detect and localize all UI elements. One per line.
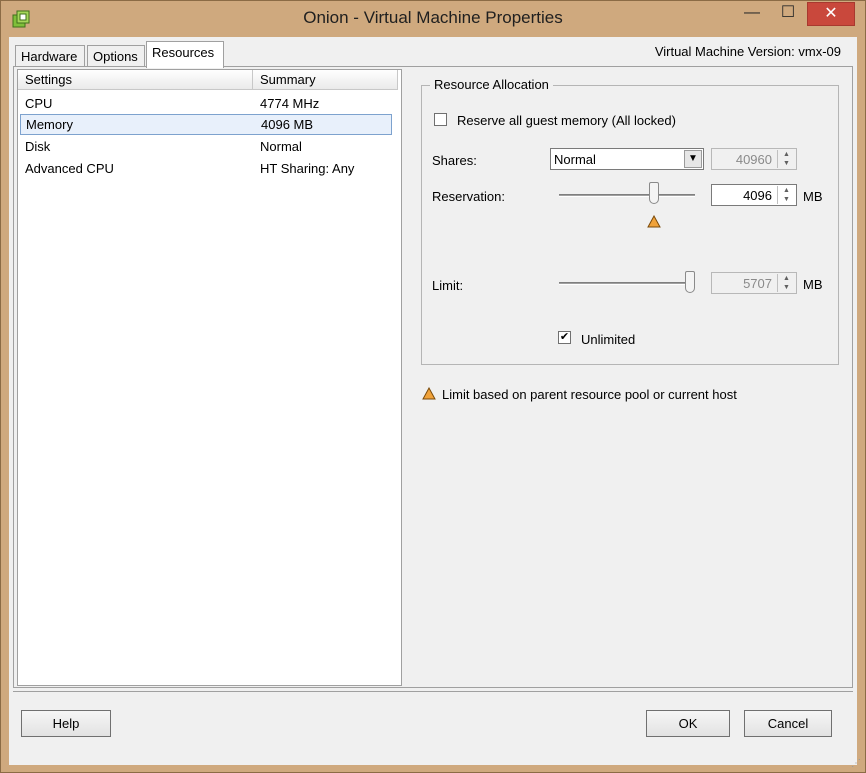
list-row-cpu[interactable]: CPU 4774 MHz: [18, 93, 398, 114]
separator: [13, 691, 853, 692]
unlimited-checkbox[interactable]: ✔: [558, 331, 571, 344]
shares-number: 40960: [735, 152, 772, 167]
limit-slider-thumb[interactable]: [685, 271, 695, 293]
column-header-summary[interactable]: Summary: [253, 70, 398, 90]
shares-select[interactable]: Normal ▼: [550, 148, 704, 170]
group-legend: Resource Allocation: [430, 77, 553, 92]
window-title: Onion - Virtual Machine Properties: [303, 8, 563, 27]
minimize-button[interactable]: —: [737, 2, 767, 26]
close-button[interactable]: ✕: [807, 2, 855, 26]
resources-tab-panel: Settings Summary CPU 4774 MHz Memory 409…: [13, 66, 853, 688]
cancel-button[interactable]: Cancel: [744, 710, 832, 737]
reserve-all-checkbox[interactable]: [434, 113, 447, 126]
tab-hardware[interactable]: Hardware: [15, 45, 85, 68]
tab-resources[interactable]: Resources: [146, 41, 224, 68]
row-setting: Disk: [25, 139, 51, 154]
reservation-unit: MB: [803, 189, 823, 204]
ok-button[interactable]: OK: [646, 710, 730, 737]
row-setting: CPU: [25, 96, 53, 111]
reservation-label: Reservation:: [432, 189, 505, 204]
limit-unit: MB: [803, 277, 823, 292]
maximize-button[interactable]: ☐: [773, 2, 803, 26]
memory-settings-pane: Resource Allocation Reserve all guest me…: [412, 67, 852, 687]
row-summary: 4774 MHz: [260, 96, 320, 111]
vm-properties-window: Onion - Virtual Machine Properties — ☐ ✕…: [0, 0, 866, 773]
resource-allocation-group: Resource Allocation Reserve all guest me…: [421, 77, 839, 365]
list-row-advanced-cpu[interactable]: Advanced CPU HT Sharing: Any: [18, 158, 398, 179]
limit-label: Limit:: [432, 278, 464, 293]
vm-version-label: Virtual Machine Version: vmx-09: [654, 44, 841, 59]
list-row-disk[interactable]: Disk Normal: [18, 136, 398, 157]
settings-list: Settings Summary CPU 4774 MHz Memory 409…: [17, 69, 402, 686]
limit-value: 5707: [743, 276, 772, 291]
dialog-client-area: Hardware Options Resources Virtual Machi…: [9, 37, 857, 765]
dropdown-arrow-icon[interactable]: ▼: [684, 150, 702, 168]
spin-arrows-icon[interactable]: ▲ ▼: [777, 150, 795, 168]
warning-icon: [422, 387, 436, 400]
dialog-button-bar: Help OK Cancel: [9, 691, 857, 765]
reservation-slider-thumb[interactable]: [649, 182, 660, 204]
limit-slider-track[interactable]: [559, 282, 695, 285]
tab-options[interactable]: Options: [87, 45, 145, 68]
reserve-all-label: Reserve all guest memory (All locked): [457, 113, 676, 128]
shares-spinbox[interactable]: 40960 ▲ ▼: [711, 148, 797, 170]
unlimited-label: Unlimited: [581, 332, 636, 347]
title-bar[interactable]: Onion - Virtual Machine Properties — ☐ ✕: [1, 1, 865, 37]
shares-label: Shares:: [432, 153, 477, 168]
reservation-spinbox[interactable]: 4096 ▲ ▼: [711, 184, 797, 206]
warning-icon: [647, 215, 662, 228]
row-summary: 4096 MB: [261, 117, 314, 132]
row-summary: Normal: [260, 139, 302, 154]
column-header-settings[interactable]: Settings: [18, 70, 253, 90]
list-header: Settings Summary: [18, 70, 401, 90]
reservation-slider-track[interactable]: [559, 194, 695, 197]
limit-spinbox[interactable]: 5707 ▲ ▼: [711, 272, 797, 294]
row-setting: Advanced CPU: [25, 161, 114, 176]
row-setting: Memory: [26, 117, 73, 132]
list-row-memory[interactable]: Memory 4096 MB: [20, 114, 392, 135]
spin-arrows-icon[interactable]: ▲ ▼: [777, 186, 795, 204]
row-summary: HT Sharing: Any: [260, 161, 355, 176]
spin-arrows-icon[interactable]: ▲ ▼: [777, 274, 795, 292]
help-button[interactable]: Help: [21, 710, 111, 737]
resize-grip-icon[interactable]: ⋰: [851, 758, 863, 770]
shares-select-value: Normal: [554, 152, 596, 167]
reservation-value: 4096: [743, 188, 772, 203]
limit-note: Limit based on parent resource pool or c…: [442, 387, 737, 402]
